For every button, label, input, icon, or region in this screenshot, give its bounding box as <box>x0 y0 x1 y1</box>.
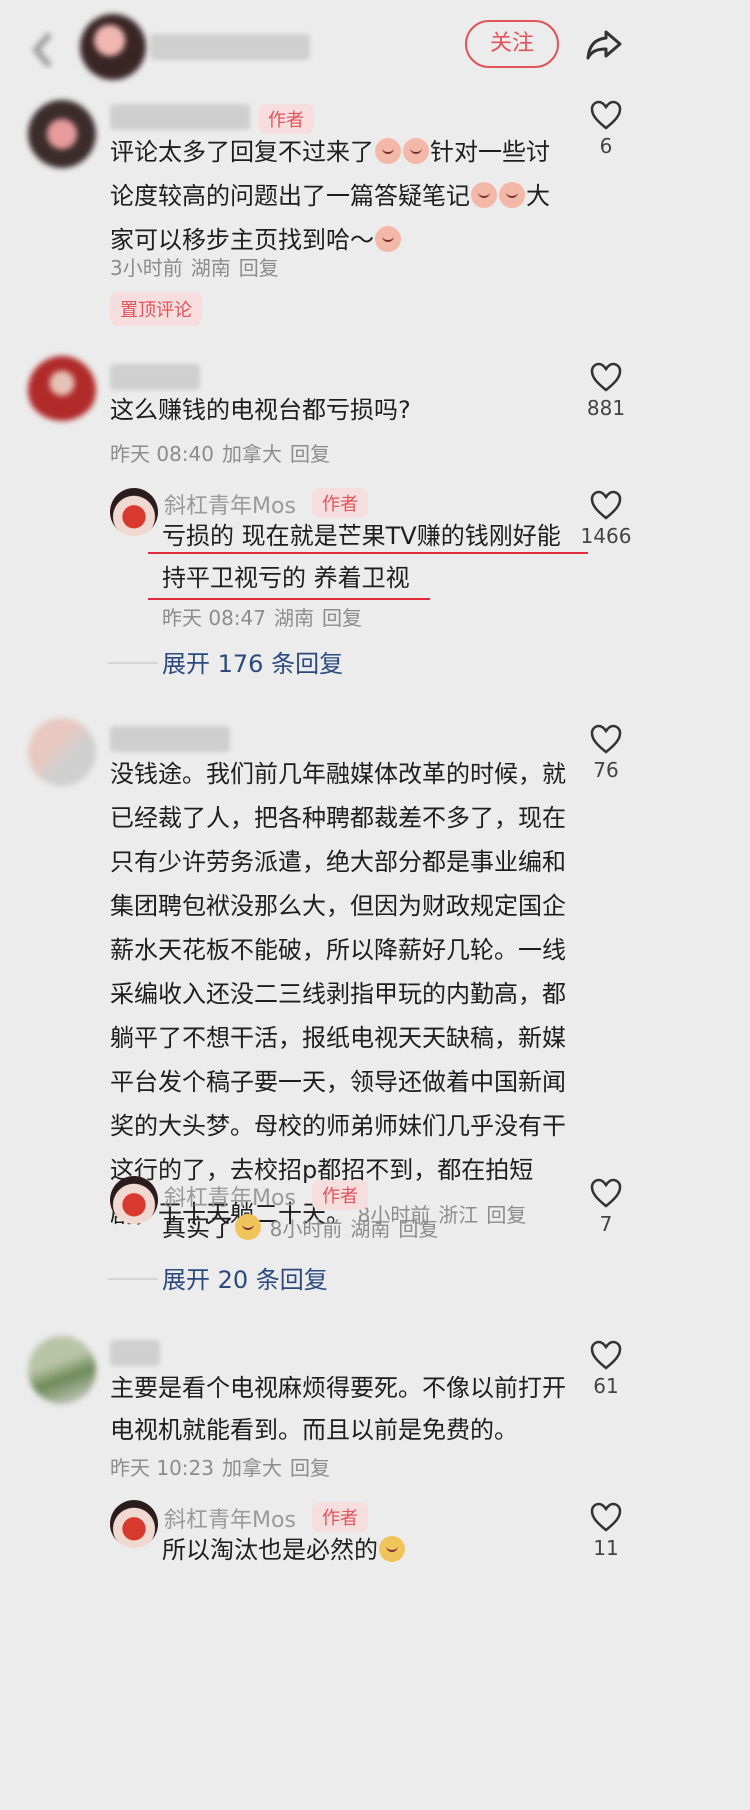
header-username <box>150 34 310 60</box>
reply-link[interactable]: 回复 <box>239 256 279 280</box>
expand-replies-button[interactable]: 展开 20 条回复 <box>162 1260 328 1295</box>
heart-icon <box>590 100 622 130</box>
comment-meta: 昨天 08:40 加拿大 回复 <box>110 442 330 466</box>
comment-text-line: 电视机就能看到。而且以前是免费的。 <box>110 1416 518 1444</box>
comment-text-line: 主要是看个电视麻烦得要死。不像以前打开 <box>110 1374 566 1402</box>
reply-link[interactable]: 回复 <box>290 442 330 466</box>
reply-meta: 昨天 08:47 湖南 回复 <box>162 606 362 630</box>
like-count: 11 <box>593 1536 619 1560</box>
like-button[interactable]: 881 <box>576 362 636 420</box>
crying-emoji-icon <box>403 138 429 164</box>
like-button[interactable]: 76 <box>576 724 636 782</box>
username <box>110 1340 160 1366</box>
reply-link[interactable]: 回复 <box>290 1456 330 1480</box>
like-count: 7 <box>599 1212 613 1236</box>
like-count: 1466 <box>580 524 632 548</box>
heart-icon <box>590 362 622 392</box>
heart-icon <box>590 1502 622 1532</box>
header-avatar[interactable] <box>80 14 146 80</box>
reply-text-line: 持平卫视亏的 养着卫视 <box>162 564 410 592</box>
face-emoji-icon <box>471 182 497 208</box>
comment-meta: 3小时前 湖南 回复 <box>110 256 279 280</box>
shy-emoji-icon <box>375 226 401 252</box>
back-icon[interactable] <box>28 30 58 70</box>
expand-divider <box>108 662 158 664</box>
highlight-underline <box>148 552 588 554</box>
username <box>110 364 200 390</box>
expand-replies-button[interactable]: 展开 176 条回复 <box>162 644 343 679</box>
reply-link[interactable]: 回复 <box>398 1217 438 1241</box>
laugh-emoji-icon <box>235 1214 261 1240</box>
like-button[interactable]: 61 <box>576 1340 636 1398</box>
avatar[interactable] <box>28 718 96 786</box>
comment-text: 这么赚钱的电视台都亏损吗? <box>110 396 411 424</box>
like-button[interactable]: 6 <box>576 100 636 158</box>
reply-text: 真实了 8小时前 湖南 回复 <box>162 1214 439 1242</box>
reply-link[interactable]: 回复 <box>486 1203 526 1227</box>
like-count: 76 <box>593 758 619 782</box>
like-button[interactable]: 1466 <box>576 490 636 548</box>
avatar[interactable] <box>28 356 96 424</box>
face-emoji-icon <box>499 182 525 208</box>
avatar[interactable] <box>28 1336 96 1404</box>
username <box>110 726 230 752</box>
share-icon[interactable] <box>584 24 624 64</box>
follow-button[interactable]: 关注 <box>465 20 559 68</box>
reply-avatar[interactable] <box>110 488 158 536</box>
like-count: 881 <box>586 396 626 420</box>
avatar[interactable] <box>28 100 96 168</box>
comment-meta: 昨天 10:23 加拿大 回复 <box>110 1456 330 1480</box>
heart-icon <box>590 1340 622 1370</box>
reply-text: 所以淘汰也是必然的 <box>162 1528 406 1572</box>
comment-text: 评论太多了回复不过来了 针对一些讨论度较高的问题出了一篇答疑笔记 大家可以移步主页找… <box>110 138 550 254</box>
expand-divider <box>108 1278 158 1280</box>
heart-icon <box>590 1178 622 1208</box>
heart-icon <box>590 490 622 520</box>
reply-avatar[interactable] <box>110 1500 158 1548</box>
reply-avatar[interactable] <box>110 1176 158 1224</box>
heart-icon <box>590 724 622 754</box>
like-button[interactable]: 11 <box>576 1502 636 1560</box>
reply-link[interactable]: 回复 <box>322 606 362 630</box>
comment-text: 没钱途。我们前几年融媒体改革的时候，就 已经裁了人，把各种聘都裁差不多了，现在 … <box>110 760 566 1228</box>
crying-emoji-icon <box>375 138 401 164</box>
laugh-emoji-icon <box>379 1536 405 1562</box>
username <box>110 104 250 130</box>
pinned-badge: 置顶评论 <box>110 292 202 326</box>
like-button[interactable]: 7 <box>576 1178 636 1236</box>
like-count: 6 <box>599 134 613 158</box>
highlight-underline <box>148 598 430 600</box>
like-count: 61 <box>593 1374 619 1398</box>
